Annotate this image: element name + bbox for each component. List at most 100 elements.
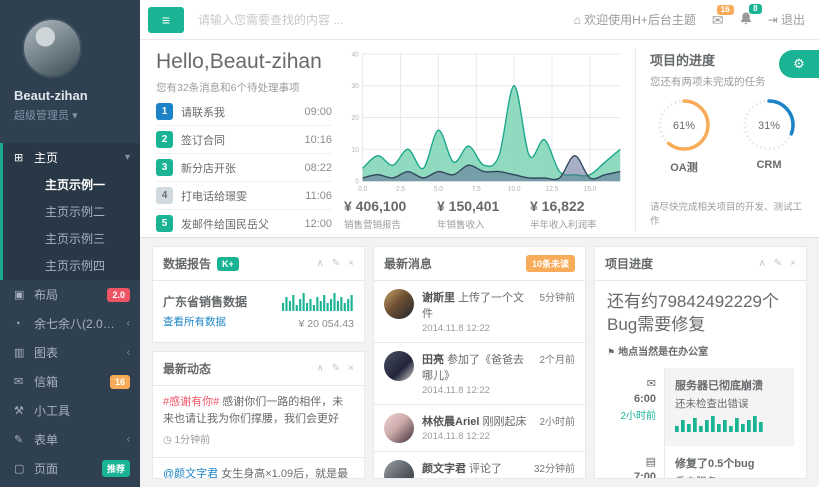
sidebar-subitem[interactable]: 主页示例二	[3, 199, 140, 226]
message-item[interactable]: 谢斯里 上传了一个文件2014.11.8 12:225分钟前	[374, 281, 585, 343]
message-user-link[interactable]: 谢斯里	[422, 292, 455, 304]
sidebar-item-label: 布局	[34, 286, 103, 303]
sidebar-subitem[interactable]: 主页示例四	[3, 253, 140, 280]
feed-post-tag[interactable]: @颜文字君	[163, 468, 221, 478]
todo-row[interactable]: 3新分店开张08:22	[156, 154, 332, 182]
mail-icon: ✉	[14, 375, 34, 388]
svg-text:30: 30	[352, 83, 359, 90]
sidebar-item-mail[interactable]: ✉信箱16	[0, 367, 140, 396]
todo-row[interactable]: 2签订合同10:16	[156, 126, 332, 154]
feed-post-tag[interactable]: #感谢有你#	[163, 396, 222, 408]
location-label: 地点当然是在办公室	[618, 347, 708, 358]
location-icon: ⚑	[607, 347, 615, 357]
close-icon[interactable]: ×	[790, 258, 796, 269]
sidebar-item-pages[interactable]: ▢页面推荐	[0, 454, 140, 483]
latest-messages-header: 最新消息 10条未读	[374, 247, 585, 281]
svg-text:2.5: 2.5	[396, 186, 405, 193]
todo-number-badge: 4	[156, 187, 173, 204]
search-input[interactable]	[184, 13, 574, 27]
timeline-title: 修复了0.5个bug	[675, 455, 784, 471]
svg-text:20: 20	[352, 115, 359, 122]
feed-post[interactable]: #感谢有你# 感谢你们一路的相伴，未来也请让我为你们撑腰，我们会更好◷ 1分钟前	[153, 386, 364, 458]
menu-toggle-button[interactable]: ≡	[148, 7, 184, 33]
collapse-icon[interactable]: ∧	[758, 258, 765, 269]
user-name: Beaut-zihan	[14, 88, 140, 103]
sidebar: Beaut-zihan 超级管理员 ▾ ⊞主页▾主页示例一主页示例二主页示例三主…	[0, 0, 140, 487]
navbar-right: ⌂ 欢迎使用H+后台主题 ✉16 8 ⇥ 退出	[574, 11, 819, 28]
collapse-icon[interactable]: ∧	[316, 363, 323, 374]
timeline-detail: 修复了0.5个bug重启服务	[665, 446, 794, 478]
sidebar-item-layout[interactable]: ▣布局2.0	[0, 280, 140, 309]
data-report-header: 数据报告 K+ ∧ ✎ ×	[153, 247, 364, 281]
user-role-dropdown[interactable]: 超级管理员 ▾	[14, 107, 140, 123]
message-date: 2014.11.8 12:22	[422, 385, 531, 396]
data-report-figures: ¥ 20 054.43	[282, 293, 354, 330]
panel-tools: ∧ ✎ ×	[316, 258, 354, 269]
todo-label: 请联系我	[181, 104, 225, 120]
todo-time: 11:06	[305, 190, 332, 202]
todo-number-badge: 1	[156, 103, 173, 120]
sidebar-item-other-pages[interactable]: ◫其他页面‹	[0, 483, 140, 487]
close-icon[interactable]: ×	[348, 363, 354, 374]
project-progress-body: 还有约79842492229个Bug需要修复 ⚑地点当然是在办公室 ✉6:002…	[595, 281, 806, 478]
message-item[interactable]: 林依晨Ariel 刚刚起床2014.11.8 12:222小时前	[374, 405, 585, 452]
todo-row[interactable]: 4打电话给璟雯11:06	[156, 182, 332, 210]
stat-label: 年销售收入	[437, 217, 530, 231]
wrench-icon[interactable]: ✎	[332, 363, 340, 374]
messages-button[interactable]: ✉16	[712, 13, 724, 27]
latest-messages-title: 最新消息	[384, 255, 432, 272]
message-item[interactable]: 田亮 参加了《爸爸去哪儿》2014.11.8 12:222个月前	[374, 343, 585, 405]
todo-number-badge: 5	[156, 215, 173, 232]
notifications-button[interactable]: 8	[740, 12, 752, 27]
todo-list: 1请联系我09:002签订合同10:163新分店开张08:224打电话给璟雯11…	[156, 98, 332, 237]
close-icon[interactable]: ×	[348, 258, 354, 269]
message-user-link[interactable]: 林依晨Ariel	[422, 416, 479, 428]
wrench-icon[interactable]: ✎	[332, 258, 340, 269]
view-all-data-link[interactable]: 查看所有数据	[163, 314, 226, 329]
sidebar-item-label: 图表	[34, 344, 123, 361]
sidebar-item-chart[interactable]: ▥图表‹	[0, 338, 140, 367]
sidebar-item-label: 主页	[34, 149, 121, 166]
welcome-text: ⌂ 欢迎使用H+后台主题	[574, 11, 696, 28]
user-avatar[interactable]	[22, 18, 82, 78]
sidebar-item-tools[interactable]: ⚒小工具	[0, 396, 140, 425]
sidebar-item-label: 小工具	[34, 402, 130, 419]
wrench-icon[interactable]: ✎	[774, 258, 782, 269]
feed-post[interactable]: @颜文字君 女生身高×1.09后，就是最适合你的男生身高；相反，男生是÷1.09…	[153, 458, 364, 478]
message-user-link[interactable]: 颜文字君	[422, 463, 466, 475]
logout-button[interactable]: ⇥ 退出	[768, 11, 805, 28]
sidebar-item-clock[interactable]: ◔余七余八(2.0新增)‹	[0, 309, 140, 338]
sidebar-subitem[interactable]: 主页示例一	[3, 172, 140, 199]
sidebar-subitem[interactable]: 主页示例三	[3, 226, 140, 253]
user-profile: Beaut-zihan 超级管理员 ▾	[0, 0, 140, 135]
progress-gauge: 31% CRM	[741, 97, 797, 175]
todo-row[interactable]: 5发邮件给国民岳父12:00	[156, 210, 332, 237]
sidebar-item-home-grid[interactable]: ⊞主页▾	[3, 143, 140, 172]
timeline-time: 7:00	[607, 471, 656, 478]
sidebar-badge: 16	[110, 375, 130, 389]
message-ago: 2个月前	[539, 351, 575, 396]
sidebar-nav: ⊞主页▾主页示例一主页示例二主页示例三主页示例四▣布局2.0◔余七余八(2.0新…	[0, 143, 140, 487]
todo-row[interactable]: 1请联系我09:00	[156, 98, 332, 126]
message-line: 林依晨Ariel 刚刚起床	[422, 413, 531, 429]
column-1: 数据报告 K+ ∧ ✎ × 广东省销售数据 查看所有数据	[152, 246, 365, 479]
message-ago: 5分钟前	[539, 289, 575, 334]
sidebar-badge: 推荐	[102, 460, 130, 477]
collapse-icon[interactable]: ∧	[316, 258, 323, 269]
todo-number-badge: 2	[156, 131, 173, 148]
sales-area-chart: 0102030400.02.55.07.510.012.515.0	[344, 48, 623, 195]
message-avatar	[384, 460, 414, 478]
hello-subtitle: 您有32条消息和6个待处理事项	[156, 80, 332, 95]
message-item[interactable]: 颜文字君 评论了2014.11.8 12:22【九部令人拍案叫绝的惊悚悬疑剧情佳…	[374, 452, 585, 478]
latest-feed-body: #感谢有你# 感谢你们一路的相伴，未来也请让我为你们撑腰，我们会更好◷ 1分钟前…	[153, 386, 364, 478]
stat-label: 半年收入利润率	[530, 217, 623, 231]
gauge-label: CRM	[741, 159, 797, 171]
sidebar-badge: 2.0	[107, 288, 130, 302]
timeline-item[interactable]: ✉6:002小时前服务器已彻底崩溃还未检查出错误	[607, 368, 794, 446]
message-avatar	[384, 351, 414, 381]
timeline-item[interactable]: ▤7:003小时前修复了0.5个bug重启服务	[607, 446, 794, 478]
svg-text:31%: 31%	[758, 120, 780, 132]
message-user-link[interactable]: 田亮	[422, 354, 444, 366]
sidebar-item-form[interactable]: ✎表单‹	[0, 425, 140, 454]
theme-settings-button[interactable]: ⚙	[779, 50, 819, 78]
